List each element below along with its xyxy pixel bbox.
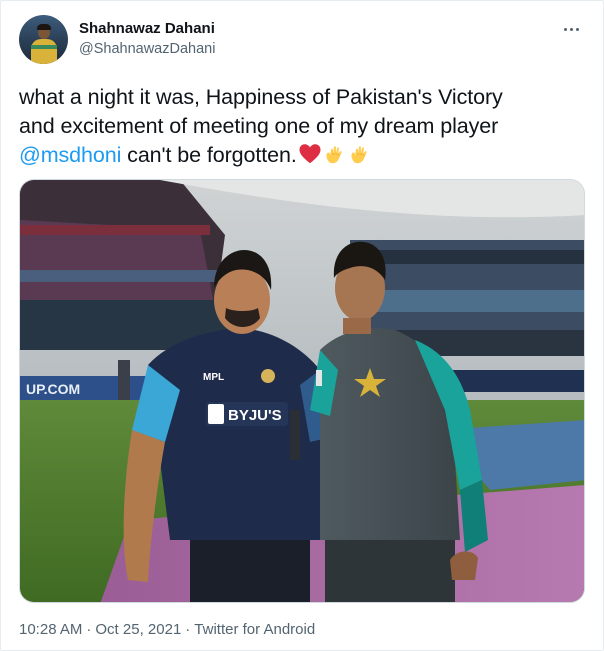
tweet-text-line-3-rest: can't be forgotten. (121, 143, 297, 167)
tweet-text: what a night it was, Happiness of Pakist… (19, 83, 589, 170)
tweet-header: Shahnawaz Dahani @ShahnawazDahani (19, 15, 589, 69)
more-options-icon[interactable] (559, 19, 583, 39)
mention-link[interactable]: @msdhoni (19, 143, 121, 167)
board-text: UP.COM (26, 381, 80, 397)
photo-scene: UP.COM BYJU'S MPL (20, 180, 584, 602)
author-display-name[interactable]: Shahnawaz Dahani (79, 20, 215, 37)
raised-hand-icon (351, 146, 367, 164)
raised-hand-icon (326, 146, 342, 164)
avatar[interactable] (19, 15, 68, 64)
tweet-text-line-1: what a night it was, Happiness of Pakist… (19, 85, 503, 109)
tweet-date[interactable]: Oct 25, 2021 (95, 621, 181, 638)
tweet-photo[interactable]: UP.COM BYJU'S MPL (19, 179, 585, 603)
footer-separator: · (86, 621, 92, 638)
tweet-time[interactable]: 10:28 AM (19, 621, 82, 638)
tweet-source[interactable]: Twitter for Android (194, 621, 315, 638)
footer-separator: · (185, 621, 191, 638)
tweet-card: Shahnawaz Dahani @ShahnawazDahani what a… (0, 0, 604, 651)
jersey-sponsor-text: BYJU'S (228, 407, 282, 424)
tweet-text-line-2: and excitement of meeting one of my drea… (19, 114, 499, 138)
red-heart-icon (299, 144, 321, 164)
author-handle[interactable]: @ShahnawazDahani (79, 41, 215, 57)
tweet-text-line-3: @msdhoni can't be forgotten. (19, 141, 589, 170)
jersey-mpl-text: MPL (203, 372, 224, 383)
tweet-footer: 10:28 AM · Oct 25, 2021 · Twitter for Androi… (19, 621, 315, 638)
